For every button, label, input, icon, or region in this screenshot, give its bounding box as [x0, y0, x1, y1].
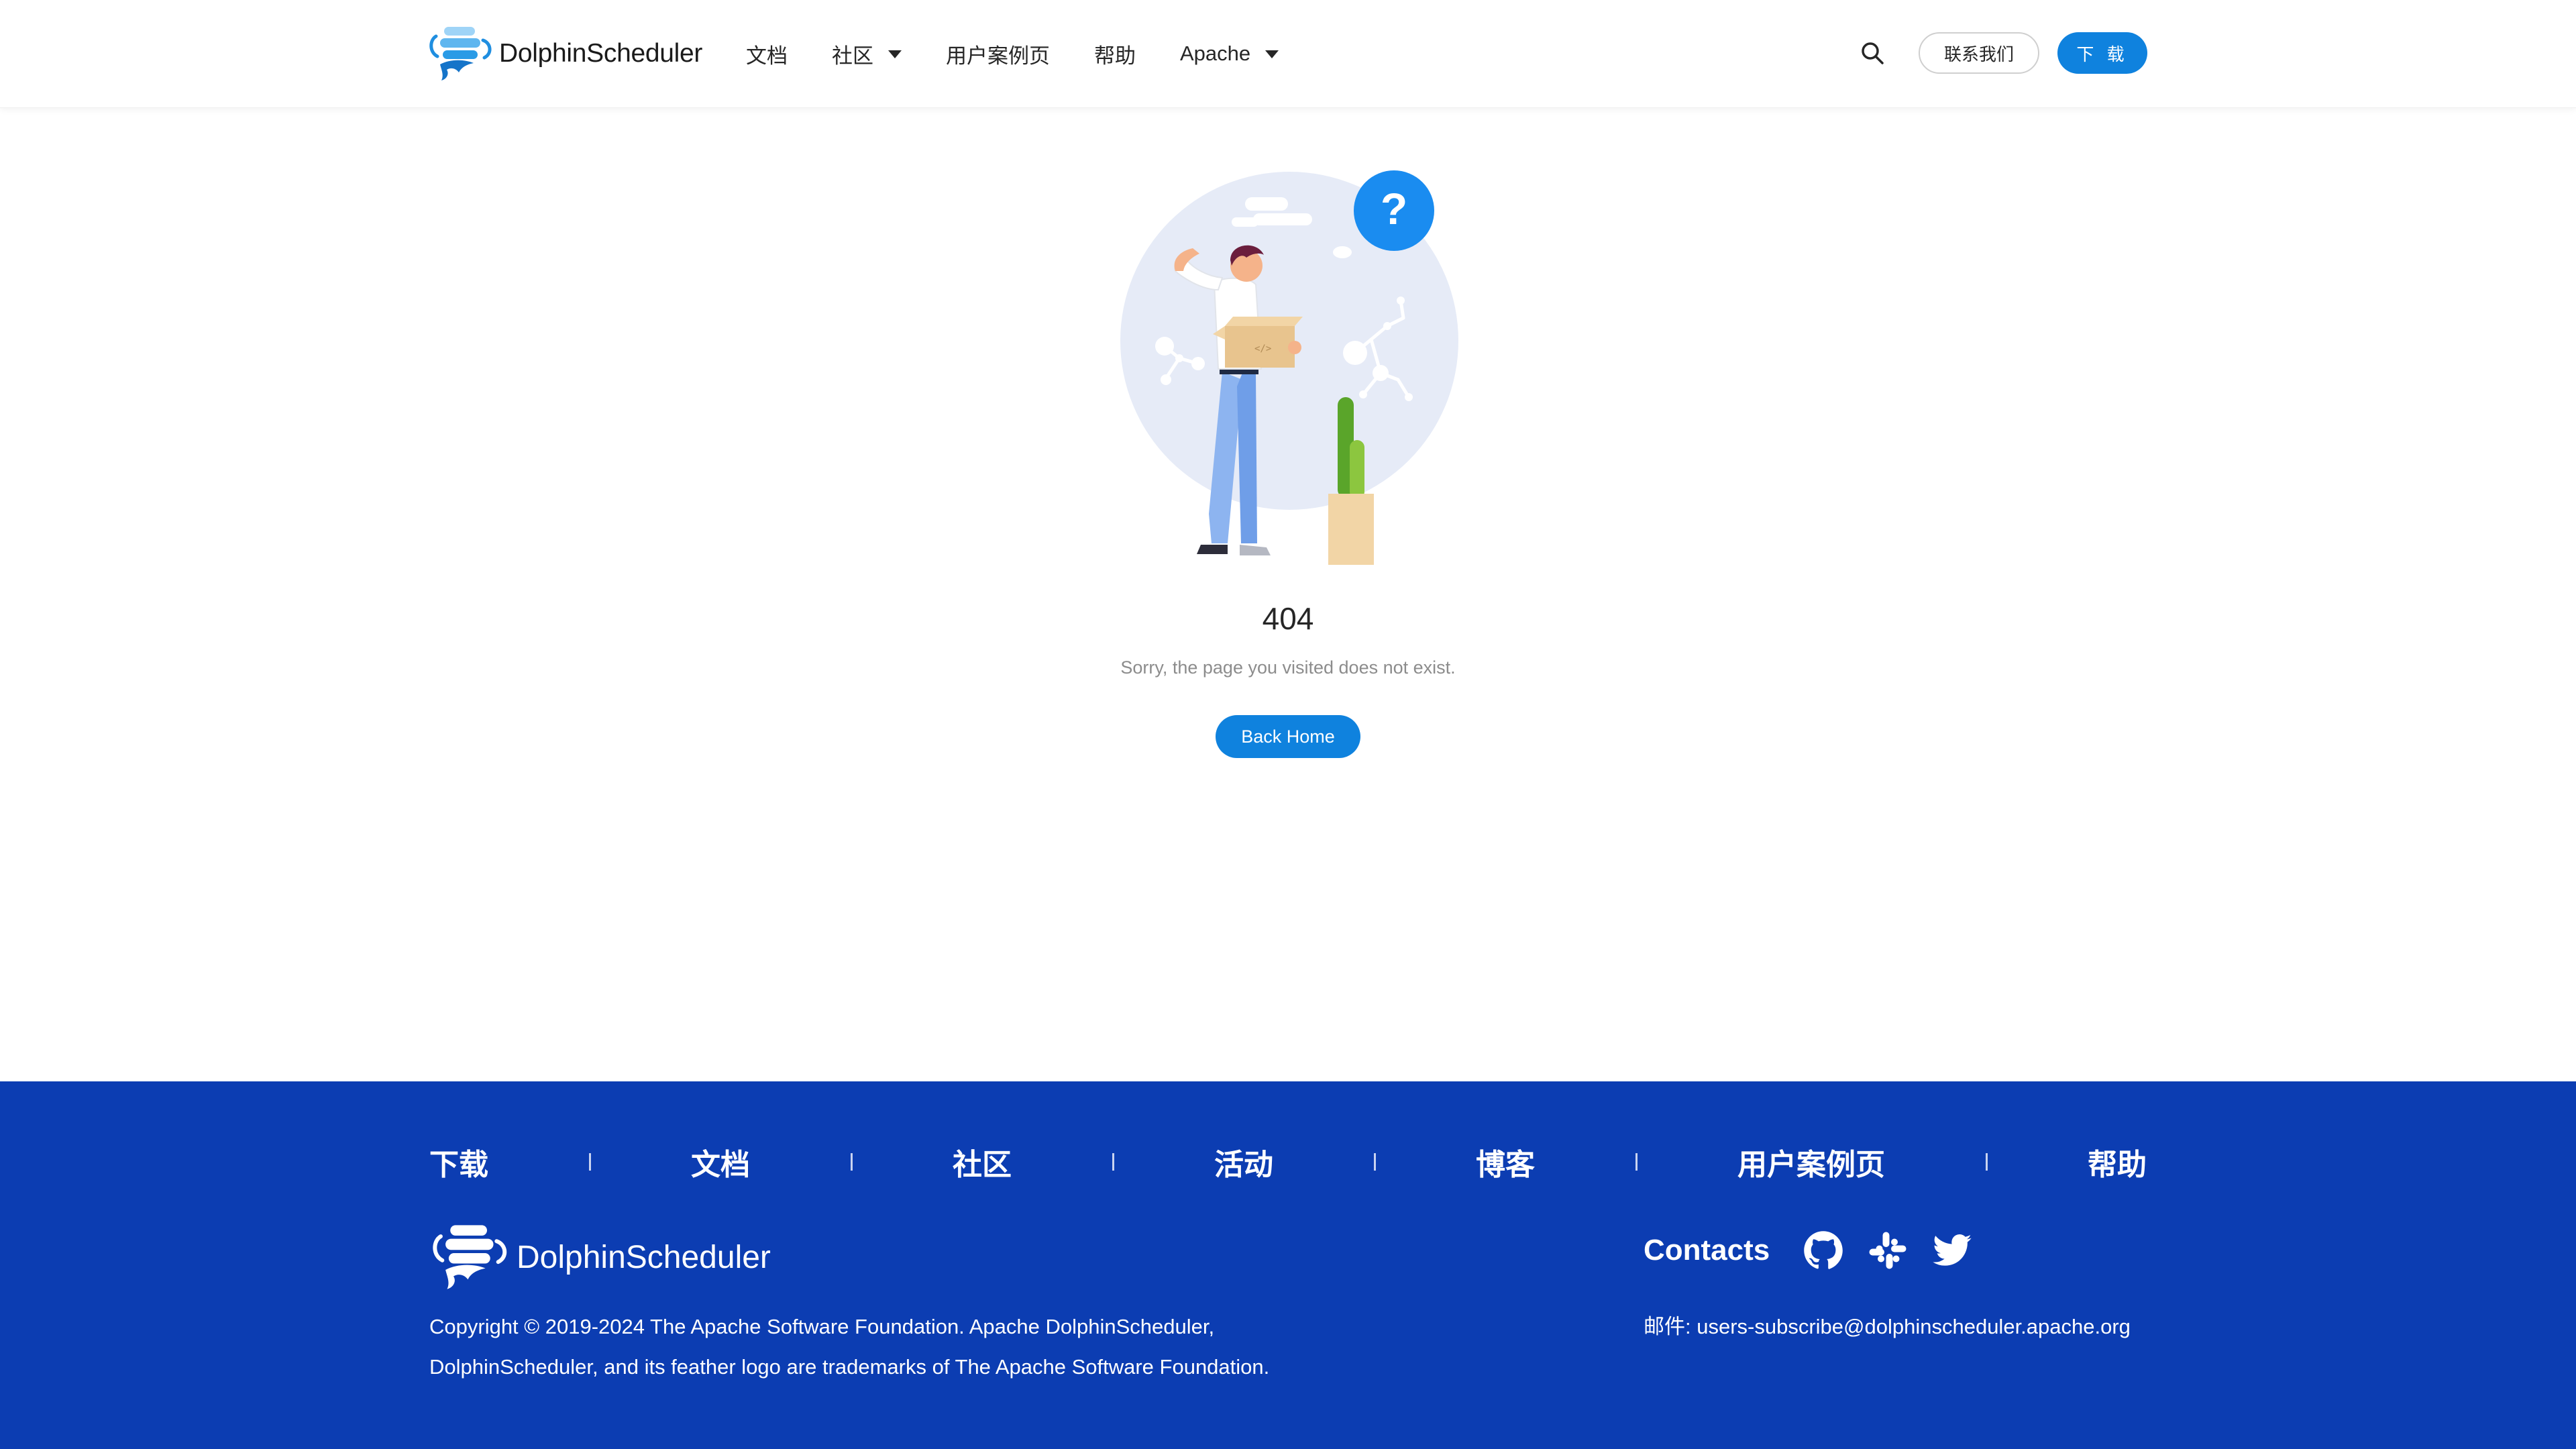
not-found-illustration: ? </>	[1120, 170, 1458, 565]
site-footer: 下载 文档 社区 活动 博客 用户案例页 帮助 DolphinScheduler…	[0, 1081, 2576, 1449]
svg-text:</>: </>	[1254, 343, 1271, 354]
site-logo[interactable]: DolphinScheduler	[427, 25, 702, 82]
footer-nav-divider	[1112, 1153, 1114, 1171]
twitter-icon[interactable]	[1932, 1230, 1972, 1271]
nav-item-help[interactable]: 帮助	[1094, 39, 1136, 69]
footer-nav-help[interactable]: 帮助	[2088, 1140, 2147, 1183]
main-nav: 文档 社区 用户案例页 帮助 Apache	[746, 0, 1323, 107]
chevron-down-icon	[1265, 50, 1279, 58]
nav-item-label: 帮助	[1094, 44, 1136, 68]
dolphin-logo-icon	[433, 1225, 507, 1289]
footer-logo[interactable]: DolphinScheduler	[429, 1224, 771, 1291]
footer-nav-divider	[588, 1153, 591, 1171]
contact-email[interactable]: 邮件: users-subscribe@dolphinscheduler.apa…	[1644, 1307, 2147, 1347]
copyright-text: Copyright © 2019-2024 The Apache Softwar…	[429, 1315, 1270, 1379]
download-button[interactable]: 下 载	[2057, 32, 2147, 74]
footer-nav-community[interactable]: 社区	[953, 1140, 1012, 1183]
footer-logo-text: DolphinScheduler	[517, 1239, 771, 1275]
nav-item-apache[interactable]: Apache	[1180, 42, 1279, 66]
contacts-title: Contacts	[1644, 1234, 1770, 1267]
footer-nav-divider	[1635, 1153, 1638, 1171]
footer-nav-user-cases[interactable]: 用户案例页	[1737, 1140, 1885, 1183]
search-icon[interactable]	[1858, 39, 1888, 68]
github-icon[interactable]	[1803, 1230, 1843, 1271]
contact-us-button[interactable]: 联系我们	[1919, 32, 2039, 74]
error-message: Sorry, the page you visited does not exi…	[1120, 657, 1456, 678]
back-home-button[interactable]: Back Home	[1216, 715, 1360, 758]
nav-item-label: 社区	[832, 44, 873, 68]
logo-text: DolphinScheduler	[499, 39, 703, 68]
footer-nav-divider	[1373, 1153, 1376, 1171]
contacts: Contacts	[1644, 1230, 1996, 1271]
footer-nav-docs[interactable]: 文档	[691, 1140, 750, 1183]
footer-nav-download[interactable]: 下载	[429, 1140, 488, 1183]
nav-item-label: Apache	[1180, 42, 1251, 65]
slack-icon[interactable]	[1868, 1230, 1908, 1271]
footer-nav-divider	[850, 1153, 853, 1171]
footer-nav-blog[interactable]: 博客	[1476, 1140, 1535, 1183]
nav-item-docs[interactable]: 文档	[746, 39, 788, 69]
nav-item-user-cases[interactable]: 用户案例页	[946, 39, 1050, 69]
chevron-down-icon	[888, 50, 902, 58]
error-code: 404	[1262, 601, 1314, 636]
footer-nav: 下载 文档 社区 活动 博客 用户案例页 帮助	[429, 1135, 2147, 1189]
nav-item-label: 用户案例页	[946, 44, 1050, 68]
footer-nav-events[interactable]: 活动	[1214, 1140, 1273, 1183]
nav-item-label: 文档	[746, 44, 788, 68]
site-header: DolphinScheduler 文档 社区 用户案例页 帮助 Apache 联…	[0, 0, 2576, 108]
dolphin-logo-icon	[429, 27, 492, 80]
badge-question-mark: ?	[1381, 184, 1407, 233]
nav-item-community[interactable]: 社区	[832, 39, 902, 69]
footer-nav-divider	[1985, 1153, 1988, 1171]
